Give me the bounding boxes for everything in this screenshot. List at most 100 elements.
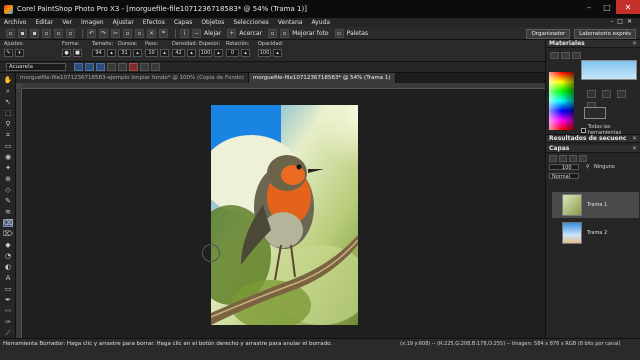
brush-variant-5-icon[interactable] bbox=[151, 63, 160, 71]
new-file-icon[interactable]: ▫ bbox=[6, 28, 15, 38]
tamano-spinner-icon[interactable]: ▴ bbox=[107, 49, 116, 57]
color-replacer-icon[interactable]: ◐ bbox=[3, 263, 13, 271]
airbrush-tool-icon[interactable]: ≋ bbox=[3, 208, 13, 216]
menu-selecciones[interactable]: Selecciones bbox=[233, 19, 268, 26]
copy-icon[interactable]: ▫ bbox=[123, 28, 132, 38]
new-layer-icon[interactable] bbox=[549, 154, 557, 162]
brush-preset-select[interactable]: Acuarela bbox=[6, 63, 66, 71]
menu-ajustar[interactable]: Ajustar bbox=[113, 19, 134, 26]
square-shape-icon[interactable]: ■ bbox=[73, 49, 82, 57]
foreground-swatch[interactable] bbox=[581, 60, 637, 80]
crop-tool-icon[interactable]: ⌗ bbox=[3, 131, 13, 139]
mejorar-foto-button[interactable]: Mejorar foto bbox=[292, 30, 329, 37]
vertical-ruler[interactable] bbox=[16, 89, 22, 338]
close-button[interactable]: ✕ bbox=[616, 0, 640, 14]
makeover-tool-icon[interactable]: ✦ bbox=[3, 164, 13, 172]
layer-row-trama-1[interactable]: Trama 1 bbox=[552, 192, 639, 218]
densidad-input[interactable]: 42 bbox=[172, 49, 185, 57]
email-icon[interactable]: ▫ bbox=[66, 28, 75, 38]
menu-archivo[interactable]: Archivo bbox=[4, 19, 26, 26]
round-shape-icon[interactable]: ● bbox=[62, 49, 71, 57]
blend-range-icon[interactable]: ⚲ bbox=[586, 164, 590, 170]
zoom-tool-icon[interactable]: ⌕ bbox=[3, 87, 13, 95]
tamano-input[interactable]: 94 bbox=[92, 49, 105, 57]
print-icon[interactable]: ▫ bbox=[42, 28, 51, 38]
menu-efectos[interactable]: Efectos bbox=[143, 19, 165, 26]
palettes-icon[interactable]: ▫ bbox=[334, 28, 344, 38]
opacidad-spinner-icon[interactable]: ▴ bbox=[273, 49, 282, 57]
brush-variant-1-icon[interactable] bbox=[74, 63, 83, 71]
color-spectrum[interactable] bbox=[549, 72, 574, 130]
stop-icon[interactable] bbox=[140, 63, 149, 71]
swatches-tab-icon[interactable] bbox=[572, 52, 581, 59]
history-close-icon[interactable]: ✕ bbox=[632, 135, 637, 142]
record-icon[interactable] bbox=[129, 63, 138, 71]
layers-close-icon[interactable]: ✕ bbox=[632, 145, 637, 152]
dropper-tool-icon[interactable]: ⚲ bbox=[3, 120, 13, 128]
layer-row-trama-2[interactable]: Trama 2 bbox=[552, 220, 639, 246]
eraser-tool-icon[interactable]: ⌫ bbox=[3, 219, 13, 227]
paso-spinner-icon[interactable]: ▴ bbox=[160, 49, 169, 57]
red-eye-tool-icon[interactable]: ◉ bbox=[3, 153, 13, 161]
color-button-icon[interactable] bbox=[587, 90, 596, 98]
open-file-icon[interactable]: ▪ bbox=[18, 28, 27, 38]
delete-icon[interactable]: ✕ bbox=[147, 28, 156, 38]
straighten-tool-icon[interactable]: ▭ bbox=[3, 142, 13, 150]
flood-fill-tool-icon[interactable]: ◆ bbox=[3, 241, 13, 249]
doc-restore-button[interactable]: □ bbox=[617, 18, 623, 25]
brush-variant-2-icon[interactable] bbox=[85, 63, 94, 71]
scan-icon[interactable]: ▫ bbox=[54, 28, 63, 38]
espesor-input[interactable]: 100 bbox=[199, 49, 212, 57]
palette-knife-icon[interactable]: ⟋ bbox=[3, 329, 13, 337]
rotacion-input[interactable]: 0 bbox=[226, 49, 239, 57]
rotacion-spinner-icon[interactable]: ▴ bbox=[241, 49, 250, 57]
redo-icon[interactable]: ↷ bbox=[99, 28, 108, 38]
undo-icon[interactable]: ↶ bbox=[87, 28, 96, 38]
crop-icon[interactable]: ⌗ bbox=[159, 28, 168, 38]
espesor-spinner-icon[interactable]: ▴ bbox=[214, 49, 223, 57]
view-icon[interactable]: ▫ bbox=[268, 28, 278, 38]
image-canvas[interactable] bbox=[211, 105, 358, 325]
doc-minimize-button[interactable]: – bbox=[610, 18, 613, 25]
paso-input[interactable]: 10 bbox=[145, 49, 158, 57]
tab-trama-1[interactable]: morguefile-file1071236718583* @ 54% (Tra… bbox=[248, 73, 396, 83]
menu-ver[interactable]: Ver bbox=[62, 19, 72, 26]
blend-mode-select[interactable]: Normal bbox=[549, 173, 579, 180]
layer-link-icon[interactable] bbox=[579, 154, 587, 162]
menu-objetos[interactable]: Objetos bbox=[201, 19, 224, 26]
rainbow-tab-icon[interactable] bbox=[561, 52, 570, 59]
frame-tab-icon[interactable] bbox=[550, 52, 559, 59]
warp-brush-icon[interactable]: 〰 bbox=[3, 307, 13, 315]
clone-tool-icon[interactable]: ⊕ bbox=[3, 175, 13, 183]
brush-preset-icon[interactable]: ✎ bbox=[4, 49, 13, 57]
menu-ayuda[interactable]: Ayuda bbox=[311, 19, 330, 26]
doc-close-button[interactable]: ✕ bbox=[627, 18, 632, 25]
info-icon[interactable]: i bbox=[180, 28, 189, 38]
pick-tool-icon[interactable]: ↖ bbox=[3, 98, 13, 106]
brush-variant-4-icon[interactable] bbox=[107, 63, 116, 71]
menu-capas[interactable]: Capas bbox=[174, 19, 192, 26]
alejar-button[interactable]: Alejar bbox=[204, 30, 221, 37]
layer-opacity-input[interactable]: 100 bbox=[549, 164, 579, 171]
text-tool-icon[interactable]: A bbox=[3, 274, 13, 282]
gradient-button-icon[interactable] bbox=[602, 90, 611, 98]
laboratorio-button[interactable]: Laboratorio exprés bbox=[574, 29, 636, 39]
minimize-button[interactable]: – bbox=[580, 0, 598, 14]
menu-imagen[interactable]: Imagen bbox=[81, 19, 104, 26]
save-icon[interactable]: ▪ bbox=[30, 28, 39, 38]
zoom-in-icon[interactable]: + bbox=[227, 28, 237, 38]
enhance-photo-icon[interactable]: ▫ bbox=[280, 28, 290, 38]
preset-dropdown-icon[interactable]: ▾ bbox=[15, 49, 24, 57]
oil-brush-icon[interactable]: ✑ bbox=[3, 318, 13, 326]
tab-ejemplo-limpiar-fondo[interactable]: morguefile-file1071236718583-ejemplo lim… bbox=[16, 73, 249, 83]
preset-shape-icon[interactable]: ▭ bbox=[3, 285, 13, 293]
scratch-remover-icon[interactable]: ◇ bbox=[3, 186, 13, 194]
menu-ventana[interactable]: Ventana bbox=[278, 19, 303, 26]
paletas-button[interactable]: Paletas bbox=[347, 30, 369, 37]
pattern-button-icon[interactable] bbox=[617, 90, 626, 98]
background-swatch[interactable] bbox=[584, 107, 606, 119]
pan-tool-icon[interactable]: ✋ bbox=[3, 76, 13, 84]
horizontal-ruler[interactable] bbox=[22, 83, 545, 89]
delete-layer-icon[interactable] bbox=[569, 154, 577, 162]
materials-close-icon[interactable]: ✕ bbox=[632, 40, 637, 47]
